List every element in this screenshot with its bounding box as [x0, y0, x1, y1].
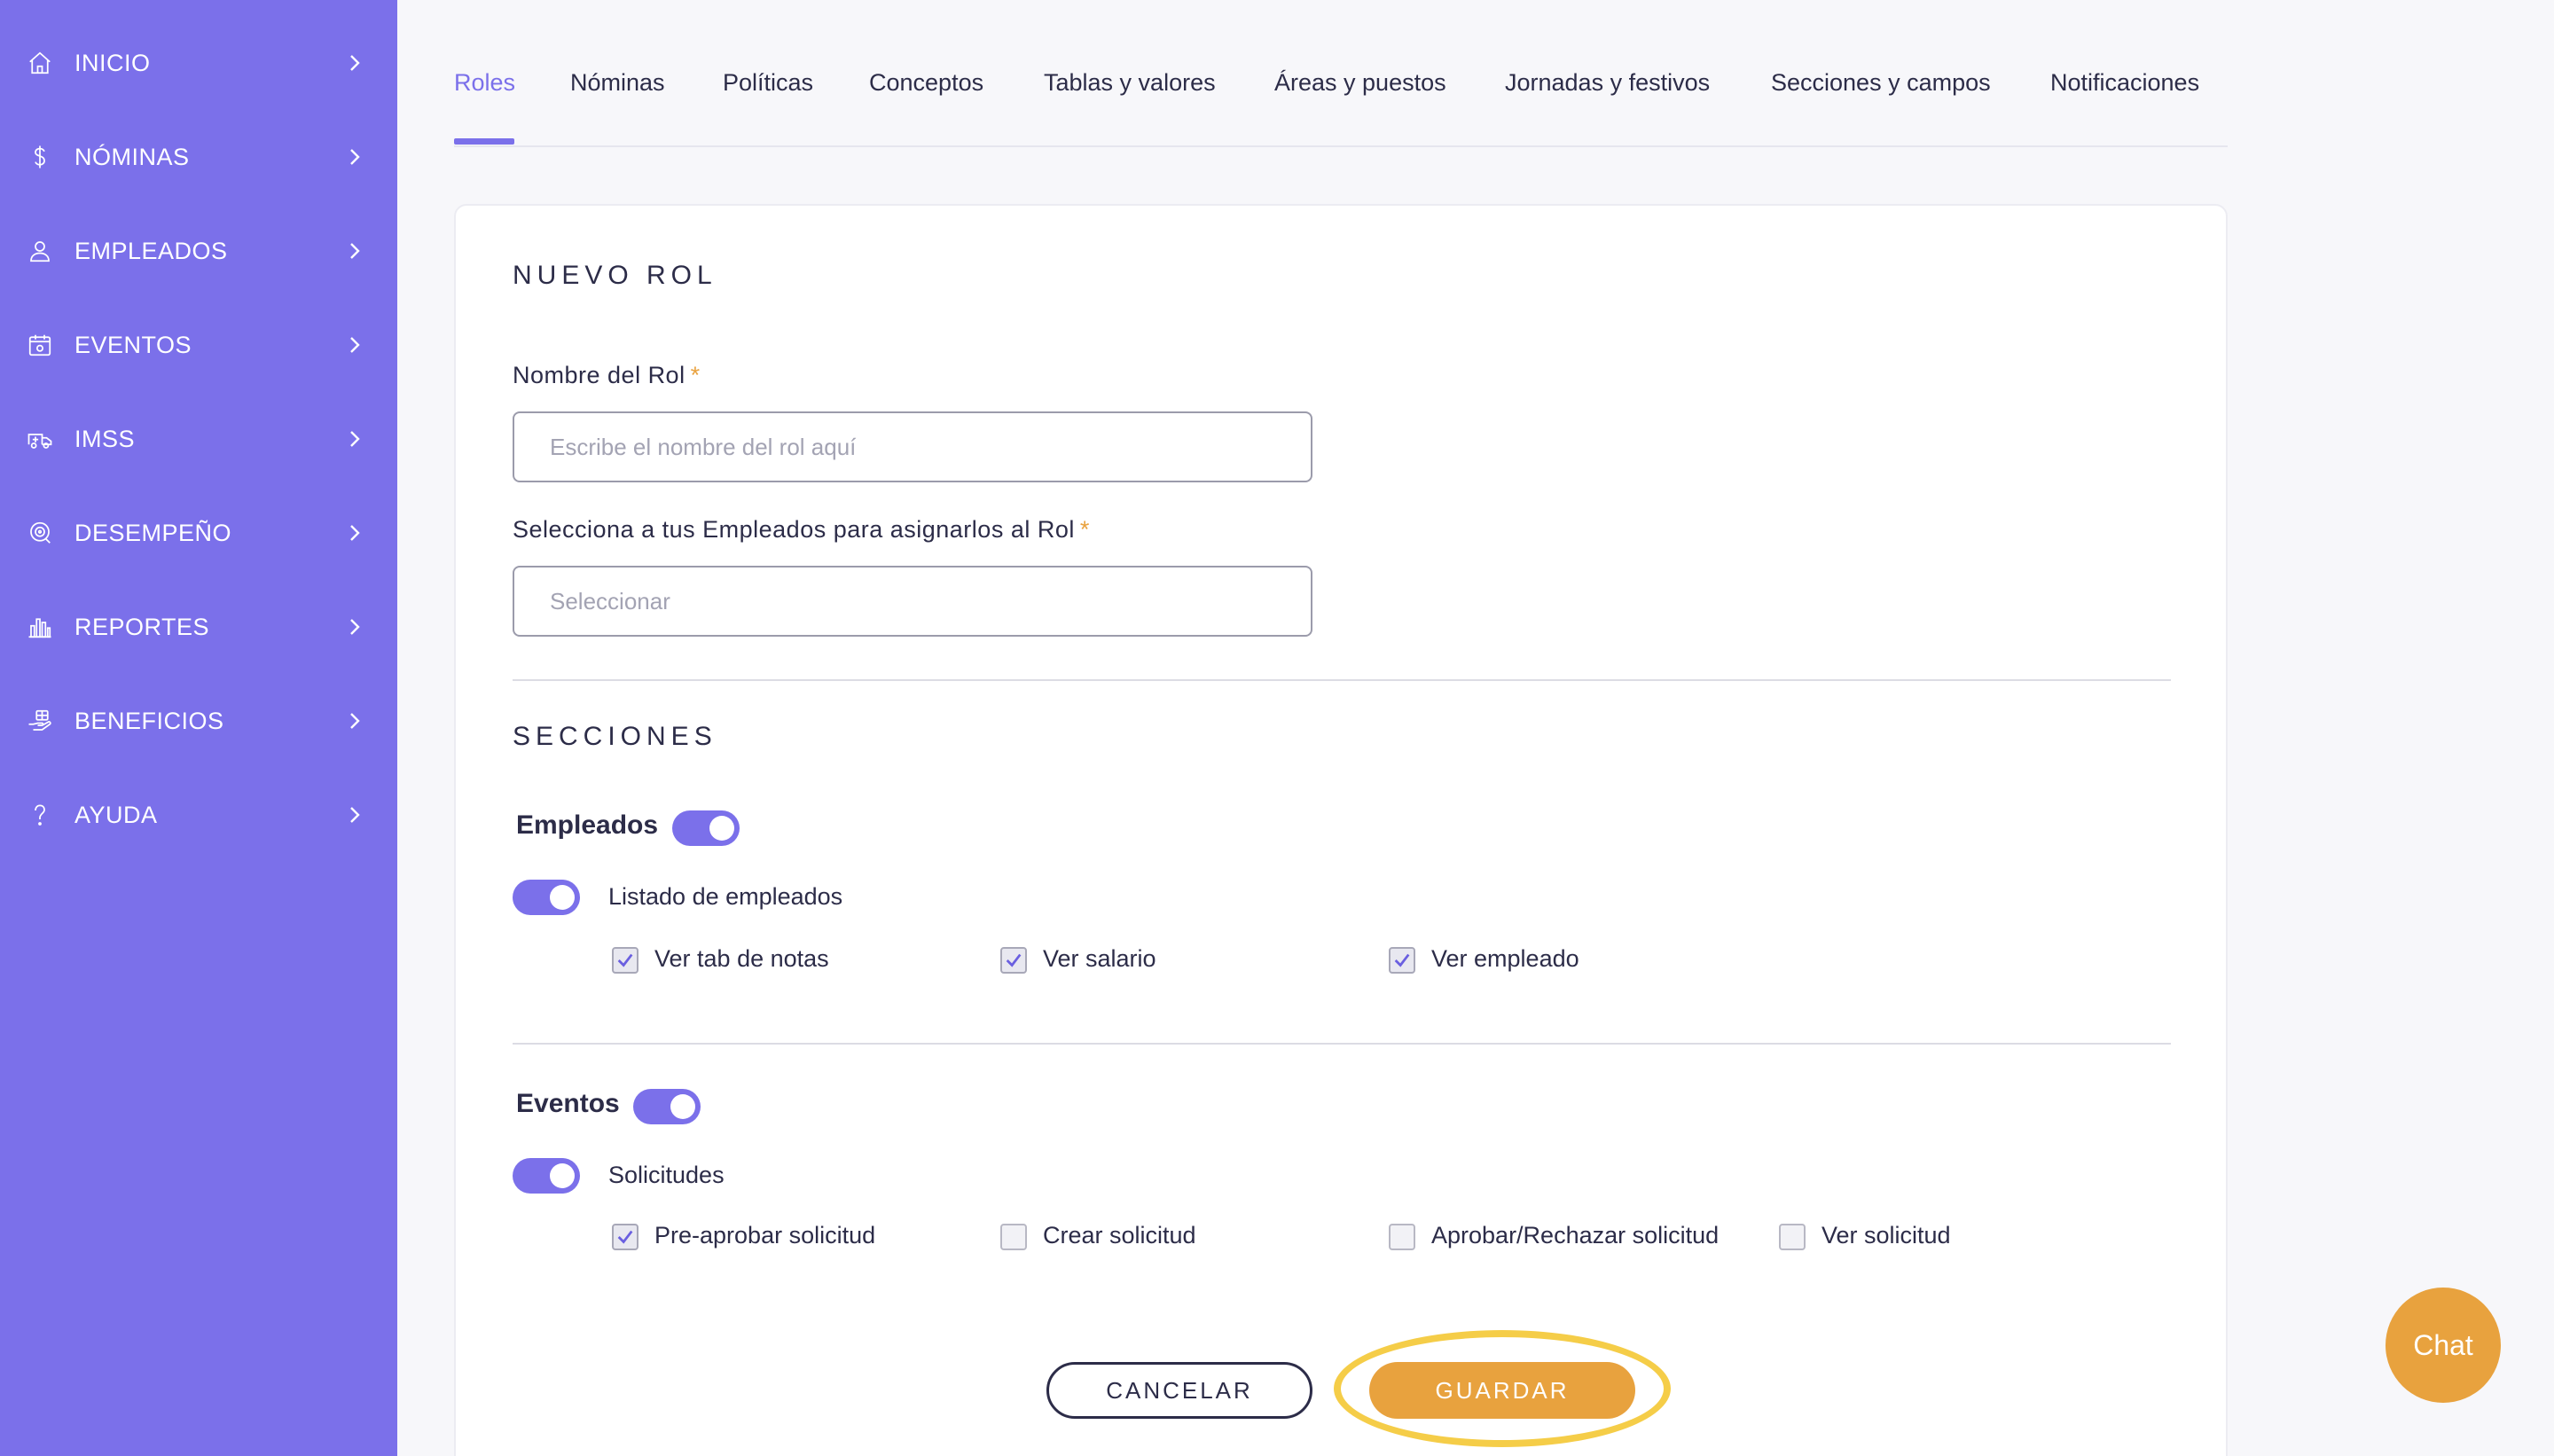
chevron-right-icon [344, 710, 365, 732]
sidebar-item-ayuda[interactable]: AYUDA [0, 768, 397, 862]
sidebar-item-label: REPORTES [74, 613, 210, 640]
hand-gift-icon [27, 708, 53, 734]
sidebar-item-imss[interactable]: IMSS [0, 392, 397, 486]
check-icon [1006, 953, 1022, 967]
calendar-icon [27, 332, 53, 358]
settings-tabs: Roles Nóminas Políticas Conceptos Tablas… [454, 53, 2228, 147]
divider [513, 679, 2171, 681]
sidebar-item-beneficios[interactable]: BENEFICIOS [0, 674, 397, 768]
divider [513, 1043, 2171, 1045]
sidebar-item-label: EVENTOS [74, 331, 192, 358]
ambulance-icon [27, 426, 53, 452]
sidebar-item-label: DESEMPEÑO [74, 519, 232, 546]
chevron-right-icon [344, 428, 365, 450]
required-mark: * [1079, 516, 1090, 543]
checkbox-ver-tab-de-notas[interactable] [612, 947, 638, 974]
chevron-right-icon [344, 522, 365, 544]
tab-politicas[interactable]: Políticas [723, 69, 813, 97]
permission-label: Aprobar/Rechazar solicitud [1431, 1222, 1720, 1249]
sidebar-item-label: EMPLEADOS [74, 237, 228, 264]
permission-label: Ver empleado [1431, 945, 1579, 972]
checkbox-ver-solicitud[interactable] [1779, 1224, 1806, 1250]
sections-title: SECCIONES [513, 722, 717, 751]
sidebar-item-nominas[interactable]: NÓMINAS [0, 110, 397, 204]
checkbox-aprobar-rechazar-solicitud[interactable] [1389, 1224, 1415, 1250]
target-icon [27, 520, 53, 546]
sidebar-item-reportes[interactable]: REPORTES [0, 580, 397, 674]
chevron-right-icon [344, 146, 365, 168]
checkbox-pre-aprobar-solicitud[interactable] [612, 1224, 638, 1250]
tab-conceptos[interactable]: Conceptos [869, 69, 983, 97]
check-icon [1394, 953, 1410, 967]
employees-select[interactable]: Seleccionar [513, 566, 1312, 637]
checkbox-crear-solicitud[interactable] [1000, 1224, 1027, 1250]
employees-select-placeholder: Seleccionar [550, 587, 670, 614]
tab-areas-y-puestos[interactable]: Áreas y puestos [1274, 69, 1446, 97]
sub-label-listado-de-empleados: Listado de empleados [608, 883, 843, 910]
sidebar-item-label: IMSS [74, 425, 136, 452]
permission-label: Crear solicitud [1043, 1222, 1196, 1249]
tab-nominas[interactable]: Nóminas [570, 69, 665, 97]
form-title: NUEVO ROL [513, 261, 717, 290]
permission-label: Ver salario [1043, 945, 1156, 972]
permission-label: Pre-aprobar solicitud [654, 1222, 876, 1249]
check-icon [617, 1230, 633, 1244]
sidebar: INICIO NÓMINAS EMPLEADOS EVENTOS IMSS DE… [0, 0, 397, 1456]
checkbox-ver-empleado[interactable] [1389, 947, 1415, 974]
toggle-empleados[interactable] [672, 810, 740, 846]
employees-label: Selecciona a tus Empleados para asignarl… [513, 516, 1090, 544]
chevron-right-icon [344, 334, 365, 356]
sidebar-item-label: BENEFICIOS [74, 707, 224, 734]
role-name-input[interactable] [513, 411, 1312, 482]
role-name-label-text: Nombre del Rol [513, 362, 686, 388]
chevron-right-icon [344, 52, 365, 74]
group-title-eventos: Eventos [516, 1089, 620, 1118]
active-tab-indicator [454, 138, 514, 145]
role-name-label: Nombre del Rol * [513, 362, 701, 389]
toggle-eventos[interactable] [633, 1089, 701, 1124]
sidebar-item-label: AYUDA [74, 801, 158, 828]
save-button[interactable]: GUARDAR [1369, 1362, 1635, 1419]
chevron-right-icon [344, 240, 365, 262]
checkbox-ver-salario[interactable] [1000, 947, 1027, 974]
sidebar-item-label: INICIO [74, 49, 151, 76]
permission-label: Ver tab de notas [654, 945, 829, 972]
user-icon [27, 238, 53, 264]
chat-button[interactable]: Chat [2386, 1288, 2501, 1403]
employees-label-text: Selecciona a tus Empleados para asignarl… [513, 516, 1075, 543]
sub-label-solicitudes: Solicitudes [608, 1162, 725, 1188]
sidebar-item-inicio[interactable]: INICIO [0, 16, 397, 110]
new-role-card: NUEVO ROL Nombre del Rol* Selecciona a t… [454, 204, 2228, 1456]
group-title-empleados: Empleados [516, 810, 659, 840]
permission-label: Ver solicitud [1821, 1222, 1951, 1249]
tab-tablas-y-valores[interactable]: Tablas y valores [1044, 69, 1216, 97]
toggle-listado-de-empleados[interactable] [513, 880, 580, 915]
chevron-right-icon [344, 616, 365, 638]
chevron-right-icon [344, 804, 365, 826]
sidebar-item-label: NÓMINAS [74, 143, 190, 170]
bar-chart-icon [27, 614, 53, 640]
cancel-button[interactable]: CANCELAR [1046, 1362, 1312, 1419]
question-icon [27, 802, 53, 828]
tab-roles[interactable]: Roles [454, 69, 515, 97]
sidebar-item-empleados[interactable]: EMPLEADOS [0, 204, 397, 298]
home-icon [27, 50, 53, 76]
required-mark: * [690, 362, 701, 388]
dollar-icon [27, 144, 53, 170]
tab-notificaciones[interactable]: Notificaciones [2050, 69, 2199, 97]
sidebar-item-eventos[interactable]: EVENTOS [0, 298, 397, 392]
toggle-solicitudes[interactable] [513, 1158, 580, 1194]
tab-secciones-y-campos[interactable]: Secciones y campos [1771, 69, 1991, 97]
tab-jornadas-y-festivos[interactable]: Jornadas y festivos [1505, 69, 1710, 97]
check-icon [617, 953, 633, 967]
sidebar-item-desempeno[interactable]: DESEMPEÑO [0, 486, 397, 580]
